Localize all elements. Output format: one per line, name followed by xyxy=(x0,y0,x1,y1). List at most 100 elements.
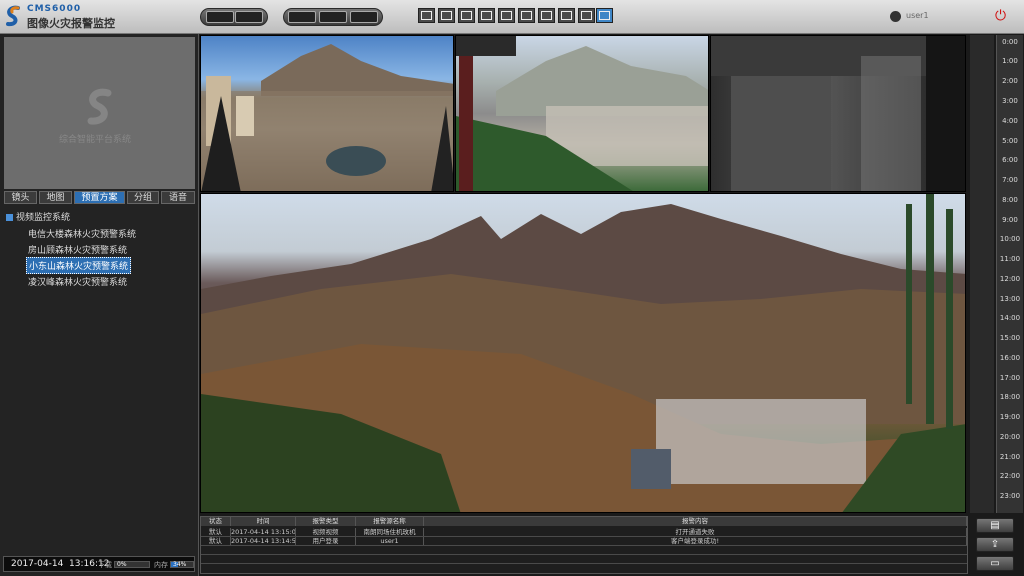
video-tile-3[interactable] xyxy=(710,35,966,192)
layout-tool-button[interactable] xyxy=(288,11,316,23)
tools-group xyxy=(283,8,383,26)
tab-camera[interactable]: 镜头 xyxy=(4,191,37,204)
tab-map[interactable]: 地图 xyxy=(39,191,72,204)
panel-tabs: 镜头 地图 预置方案 分组 语音 xyxy=(4,191,195,205)
time-tick: 10:00 xyxy=(999,235,1021,243)
upload-icon: ⇪ xyxy=(990,539,1000,550)
status-bar: 2017-04-14 13:16:12 下载 0% 内存 34% xyxy=(3,556,195,572)
time-axis[interactable]: 0:00 1:00 2:00 3:00 4:00 5:00 6:00 7:00 … xyxy=(996,35,1023,513)
download-progress: 0% xyxy=(114,561,150,568)
monitor-view-button[interactable] xyxy=(206,11,234,23)
report-button[interactable]: ▤ xyxy=(976,518,1014,533)
time-tick: 0:00 xyxy=(1002,38,1018,46)
monitor-icon: ▭ xyxy=(990,558,1000,569)
user-name[interactable]: user1 xyxy=(906,11,929,20)
tree-item-selected[interactable]: 小东山森林火灾预警系统 xyxy=(26,257,132,274)
download-value: 0% xyxy=(117,561,127,568)
time-tick: 12:00 xyxy=(999,275,1021,283)
cell-source: user1 xyxy=(356,537,424,545)
layout-16-button[interactable] xyxy=(558,8,575,23)
layout-custom-button[interactable] xyxy=(596,8,613,23)
time-tick: 7:00 xyxy=(1002,176,1018,184)
cell-source: 南朗同场住机玫机 xyxy=(356,528,424,536)
tree-item[interactable]: 房山顾森林火灾预警系统 xyxy=(26,242,129,257)
time-tick: 17:00 xyxy=(999,374,1021,382)
city-view-image xyxy=(201,44,453,191)
layout-1-button[interactable] xyxy=(418,8,435,23)
layout-8-button[interactable] xyxy=(478,8,495,23)
time-tick: 6:00 xyxy=(1002,156,1018,164)
mountain-view-image xyxy=(201,194,965,512)
time-tick: 9:00 xyxy=(1002,216,1018,224)
layout-selector xyxy=(418,0,614,33)
tab-preset-plan[interactable]: 预置方案 xyxy=(74,191,125,204)
video-tile-main[interactable] xyxy=(200,193,966,513)
cell-status: 默认 xyxy=(201,528,231,536)
grid-view-button[interactable] xyxy=(235,11,263,23)
cell-time: 2017-04-14 13:14:55 xyxy=(231,537,296,545)
power-icon[interactable]: ⏻ xyxy=(995,8,1006,24)
memory-value: 34% xyxy=(173,561,187,568)
folder-icon xyxy=(6,214,13,221)
search-tool-button[interactable] xyxy=(319,11,347,23)
alarm-table: 状态 时间 报警类型 报警源名称 报警内容 默认 2017-04-14 13:1… xyxy=(200,516,968,574)
document-icon: ▤ xyxy=(990,520,1000,531)
tree-root[interactable]: 视频监控系统 xyxy=(6,210,70,223)
layout-13-button[interactable] xyxy=(538,8,555,23)
night-view-image xyxy=(711,36,965,191)
layout-25-button[interactable] xyxy=(578,8,595,23)
column-header[interactable]: 时间 xyxy=(231,517,296,526)
left-panel: 综合智能平台系统 镜头 地图 预置方案 分组 语音 视频监控系统 电信大楼森林火… xyxy=(0,34,199,576)
cell-content: 打开通道失败 xyxy=(424,528,967,536)
video-tile-1[interactable] xyxy=(200,35,454,192)
tree-item[interactable]: 凌汉峰森林火灾预警系统 xyxy=(26,274,129,289)
export-button[interactable]: ⇪ xyxy=(976,537,1014,552)
tree-root-label: 视频监控系统 xyxy=(16,213,71,223)
time-tick: 21:00 xyxy=(999,453,1021,461)
column-header[interactable]: 报警源名称 xyxy=(356,517,424,526)
download-label: 下载 xyxy=(98,561,112,569)
time-tick: 19:00 xyxy=(999,413,1021,421)
time-tick: 5:00 xyxy=(1002,137,1018,145)
cell-status: 默认 xyxy=(201,537,231,545)
cell-type: 视频视频 xyxy=(296,528,356,536)
time-tick: 18:00 xyxy=(999,393,1021,401)
playback-tool-button[interactable] xyxy=(350,11,378,23)
layout-10-button[interactable] xyxy=(518,8,535,23)
column-header[interactable]: 报警内容 xyxy=(424,517,967,526)
tab-voice[interactable]: 语音 xyxy=(161,191,195,204)
column-header[interactable]: 报警类型 xyxy=(296,517,356,526)
cell-content: 客户端登录成功! xyxy=(424,537,967,545)
layout-6-button[interactable] xyxy=(458,8,475,23)
time-tick: 4:00 xyxy=(1002,117,1018,125)
memory-label: 内存 xyxy=(154,561,168,569)
column-header[interactable]: 状态 xyxy=(201,517,231,526)
tree-item[interactable]: 电信大楼森林火灾预警系统 xyxy=(26,226,138,241)
timeline-strip[interactable] xyxy=(970,35,994,513)
watermark-logo-icon xyxy=(87,88,112,125)
video-tile-2[interactable] xyxy=(455,35,709,192)
time-tick: 14:00 xyxy=(999,314,1021,322)
brand-name-en: CMS6000 xyxy=(27,4,82,14)
user-dropdown-icon[interactable] xyxy=(890,11,901,22)
device-button[interactable]: ▭ xyxy=(976,556,1014,571)
status-date: 2017-04-14 xyxy=(11,559,64,569)
time-tick: 13:00 xyxy=(999,295,1021,303)
status-datetime: 2017-04-14 13:16:12 xyxy=(11,559,109,569)
time-tick: 16:00 xyxy=(999,354,1021,362)
layout-9-button[interactable] xyxy=(498,8,515,23)
time-tick: 3:00 xyxy=(1002,97,1018,105)
tab-group[interactable]: 分组 xyxy=(127,191,159,204)
memory-usage: 34% xyxy=(170,561,194,568)
logo-icon xyxy=(6,5,20,27)
time-tick: 20:00 xyxy=(999,433,1021,441)
cell-time: 2017-04-14 13:15:04 xyxy=(231,528,296,536)
time-tick: 11:00 xyxy=(999,255,1021,263)
layout-4-button[interactable] xyxy=(438,8,455,23)
time-tick: 23:00 xyxy=(999,492,1021,500)
view-mode-group xyxy=(200,8,268,26)
time-tick: 22:00 xyxy=(999,472,1021,480)
watermark-text: 综合智能平台系统 xyxy=(59,135,132,145)
time-tick: 2:00 xyxy=(1002,77,1018,85)
village-view-image xyxy=(456,36,708,191)
